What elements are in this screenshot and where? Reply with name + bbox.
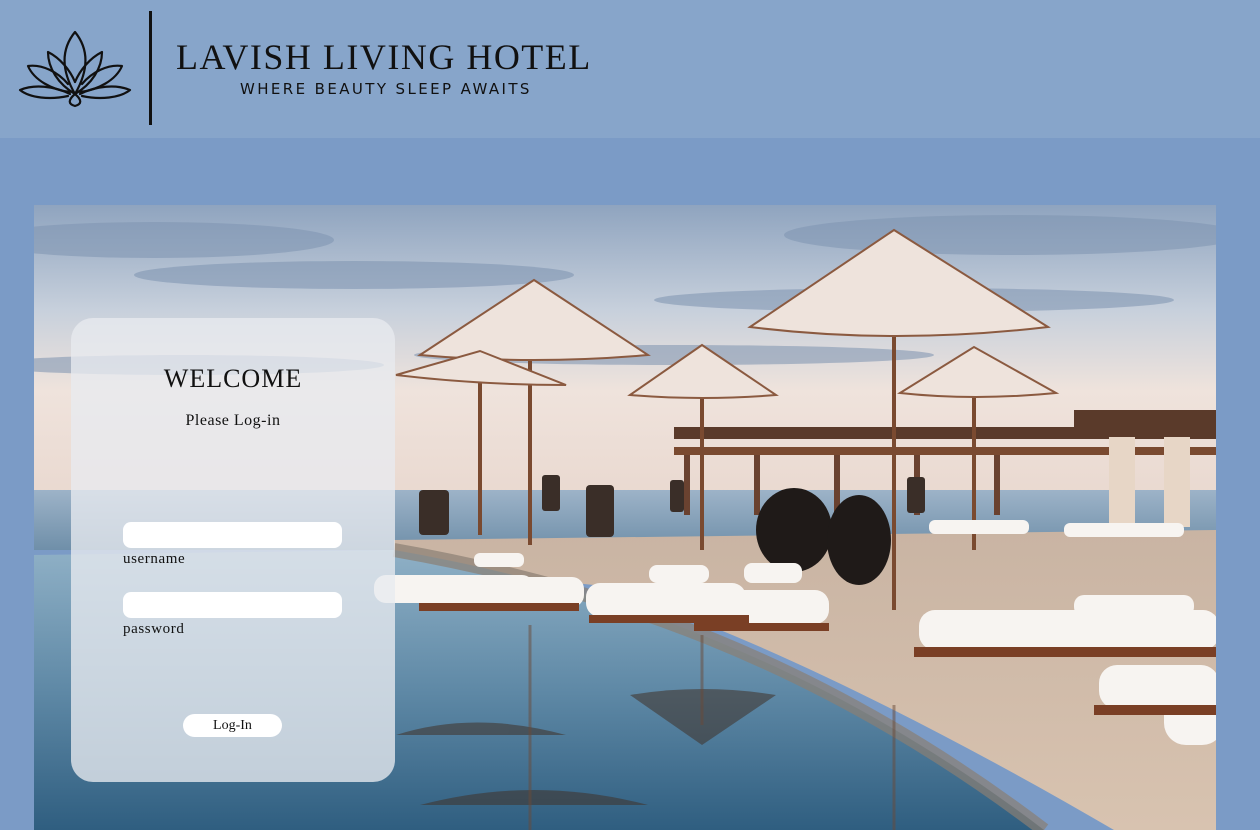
login-subtitle: Please Log-in (185, 412, 281, 429)
site-header: LAVISH LIVING HOTEL WHERE BEAUTY SLEEP A… (0, 0, 1260, 138)
password-label: password (123, 621, 185, 637)
login-panel: WELCOME Please Log-in username password … (71, 318, 395, 782)
username-label: username (123, 551, 186, 567)
password-input[interactable] (123, 592, 342, 618)
login-button[interactable]: Log-In (183, 714, 282, 737)
header-divider (149, 11, 152, 125)
username-input[interactable] (123, 522, 342, 548)
lotus-icon (18, 30, 132, 108)
hotel-name: LAVISH LIVING HOTEL (176, 37, 592, 77)
hotel-tagline: WHERE BEAUTY SLEEP AWAITS (240, 80, 532, 98)
welcome-heading: WELCOME (163, 364, 303, 393)
